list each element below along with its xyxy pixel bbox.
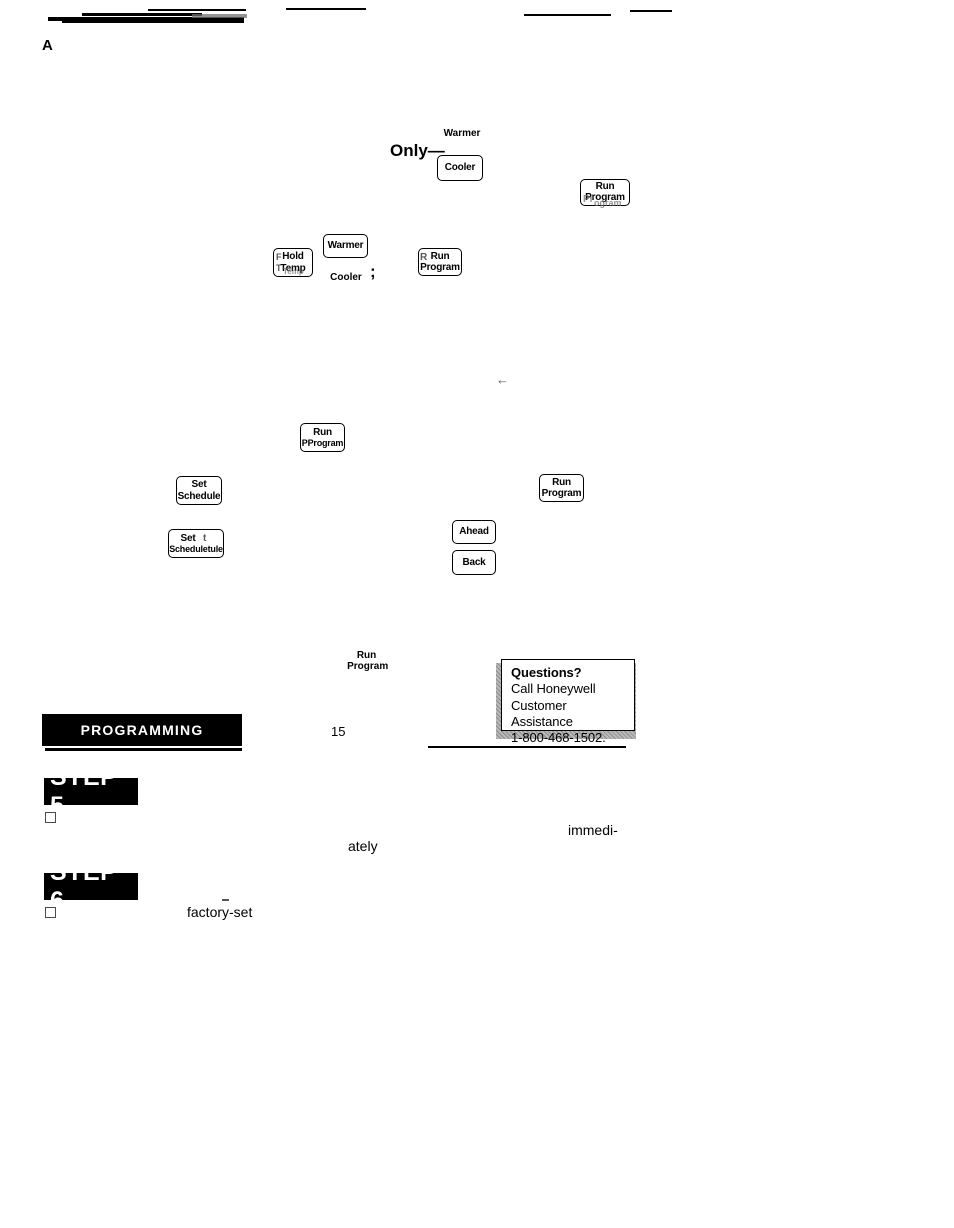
warmer-top-label: Warmer [443, 128, 481, 139]
hold-temp-button-line1: Hold [282, 251, 304, 263]
set-schedule-button-1-line2: Schedule [177, 490, 221, 502]
cooler-button-top-label: Cooler [444, 162, 476, 174]
top-rule-2 [62, 21, 244, 23]
set-schedule-button-2-line2: Scheduletule [169, 544, 223, 555]
top-rule-3 [82, 13, 202, 16]
step-6-banner: STEP 6 [44, 858, 138, 915]
questions-callout-line3: Customer Assistance [511, 697, 573, 729]
run-program-plain-line2: Program [347, 661, 389, 672]
questions-callout-line2: Call Honeywell [511, 681, 596, 697]
run-program-button-4-line2: Program [541, 488, 582, 499]
run-program-button-4[interactable]: Run Program [539, 474, 584, 502]
step-5-label: STEP 5 [50, 762, 117, 820]
step-5-banner: STEP 5 [44, 763, 138, 820]
run-program-button-3-line1: Run [313, 426, 332, 438]
text-fragment-immediately-part1: immedi- [568, 822, 618, 838]
run-program-button-1-ghost2: ogram [594, 198, 622, 208]
top-rule-6 [524, 14, 611, 16]
run-program-plain-line1: Run [356, 649, 377, 661]
section-banner-label: PROGRAMMING [80, 722, 204, 738]
run-program-button-4-line1: Run [552, 476, 571, 488]
set-schedule-button-2[interactable]: Set Scheduletule [168, 529, 224, 558]
questions-callout: Questions? Call Honeywell Customer Assis… [501, 659, 635, 745]
text-fragment-factory-set: factory-set [187, 904, 253, 920]
warmer-button-mid-label: Warmer [327, 240, 364, 252]
warmer-button-mid[interactable]: Warmer [323, 234, 368, 258]
hold-temp-ghost-1: F [276, 252, 282, 262]
back-button-label: Back [462, 556, 486, 568]
hold-temp-ghost-2: T [276, 263, 282, 273]
run-program-button-2-line1: Run [430, 250, 450, 262]
top-rule-5 [286, 8, 366, 10]
cooler-mid-label: Cooler [330, 272, 362, 283]
hold-temp-ghost-3: Temp [283, 267, 304, 276]
marker-letter-a: A [42, 37, 53, 54]
run-program-button-3[interactable]: Run PProgram [300, 423, 345, 452]
set-schedule-button-2-ghost: t [203, 533, 207, 544]
step-6-label: STEP 6 [50, 857, 117, 915]
top-rule-4 [148, 9, 246, 11]
run-program-button-1-ghost: Pr [583, 194, 594, 205]
separator-semicolon: ; [370, 262, 376, 281]
questions-callout-title: Questions? [511, 665, 582, 680]
top-rule-smudge [192, 14, 247, 18]
run-program-button-1-line1: Run [595, 181, 615, 192]
back-button[interactable]: Back [452, 550, 496, 575]
text-fragment-immediately-part2: ately [348, 838, 378, 854]
questions-callout-phone: 1-800-468-1502. [511, 730, 606, 745]
ahead-button-label: Ahead [459, 526, 489, 538]
run-program-button-2-line2: Program [420, 262, 460, 273]
run-program-button-2-ghost: R [420, 252, 428, 263]
step-6-checkbox[interactable] [45, 907, 56, 918]
left-arrow-icon: ← [496, 372, 509, 387]
page-number: 15 [331, 724, 346, 739]
cooler-button-top[interactable]: Cooler [437, 155, 483, 181]
stray-dash-mark [222, 899, 229, 901]
top-rule-7 [630, 10, 672, 13]
ahead-button[interactable]: Ahead [452, 520, 496, 544]
callout-underline [428, 746, 626, 748]
step-5-checkbox[interactable] [45, 812, 56, 823]
set-schedule-button-1[interactable]: Set Schedule [176, 476, 222, 505]
run-program-plain-label: Run Program [336, 638, 389, 684]
set-schedule-button-1-line1: Set [191, 479, 207, 491]
set-schedule-button-2-line1: Set [180, 532, 196, 544]
run-program-button-3-line2: PProgram [301, 438, 344, 449]
section-banner-underline [45, 748, 242, 751]
section-banner: PROGRAMMING [42, 714, 242, 746]
manual-page: A Only— Warmer Cooler Run Program Pr ogr… [0, 0, 954, 1228]
